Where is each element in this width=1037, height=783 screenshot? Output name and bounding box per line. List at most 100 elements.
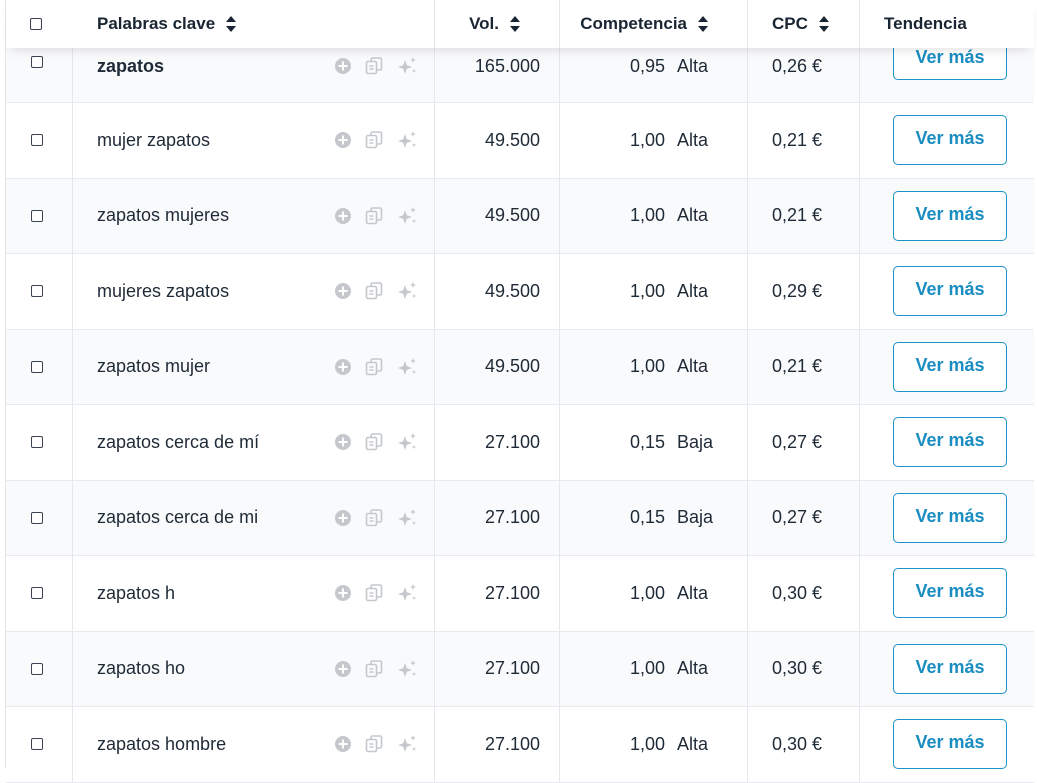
header-trend-label: Tendencia (884, 14, 967, 33)
sort-updown-icon[interactable] (818, 15, 830, 33)
copy-icon[interactable] (364, 357, 384, 377)
copy-icon[interactable] (364, 734, 384, 754)
competition-level: Alta (677, 733, 709, 754)
keyword-text: zapatos ho (97, 658, 186, 679)
keyword-text: zapatos mujeres (97, 205, 230, 226)
row-select-cell (6, 329, 73, 404)
sparkle-icon[interactable] (396, 281, 418, 301)
plus-circle-icon[interactable] (334, 57, 352, 75)
ver-mas-button[interactable]: Ver más (893, 492, 1007, 543)
ver-mas-button[interactable]: Ver más (893, 568, 1007, 619)
copy-icon[interactable] (364, 130, 384, 150)
header-cpc[interactable]: CPC (747, 0, 859, 48)
row-checkbox[interactable] (31, 436, 43, 449)
row-checkbox[interactable] (31, 134, 43, 147)
copy-icon[interactable] (364, 659, 384, 679)
copy-icon[interactable] (364, 432, 384, 452)
table-row: mujer zapatos 49.500 1,00 Alta 0,21 € Ve… (6, 103, 1034, 179)
row-select-cell (6, 103, 73, 178)
plus-circle-icon[interactable] (334, 282, 352, 300)
plus-circle-icon[interactable] (334, 131, 352, 149)
keyword-cell: mujeres zapatos (73, 254, 434, 329)
row-checkbox[interactable] (31, 662, 43, 675)
row-select-cell (6, 254, 73, 329)
row-checkbox[interactable] (31, 209, 43, 222)
header-volume[interactable]: Vol. (434, 0, 559, 48)
trend-cell: Ver más (859, 631, 1034, 706)
competition-value: 0,15 (629, 431, 665, 452)
sparkle-icon[interactable] (396, 56, 418, 76)
keyword-text: zapatos hombre (97, 733, 227, 754)
competition-cell: 1,00 Alta (559, 631, 747, 706)
competition-cell: 0,15 Baja (559, 480, 747, 555)
copy-icon[interactable] (364, 508, 384, 528)
header-competition[interactable]: Competencia (559, 0, 747, 48)
plus-circle-icon[interactable] (334, 207, 352, 225)
header-keywords[interactable]: Palabras clave (73, 0, 434, 48)
copy-icon[interactable] (364, 281, 384, 301)
sparkle-icon[interactable] (396, 206, 418, 226)
competition-level: Alta (677, 356, 709, 377)
row-select-cell (6, 405, 73, 480)
row-select-cell (6, 631, 73, 706)
row-checkbox[interactable] (31, 511, 43, 524)
sort-updown-icon[interactable] (225, 15, 237, 33)
competition-value: 1,00 (629, 582, 665, 603)
row-checkbox[interactable] (31, 56, 43, 68)
plus-circle-icon[interactable] (334, 660, 352, 678)
keyword-cell: zapatos h (73, 556, 434, 631)
plus-circle-icon[interactable] (334, 584, 352, 602)
ver-mas-button[interactable]: Ver más (893, 417, 1007, 468)
sort-updown-icon[interactable] (697, 15, 709, 33)
row-checkbox[interactable] (31, 587, 43, 600)
sparkle-icon[interactable] (396, 432, 418, 452)
ver-mas-button[interactable]: Ver más (893, 190, 1007, 241)
sparkle-icon[interactable] (396, 357, 418, 377)
row-checkbox[interactable] (31, 285, 43, 298)
copy-icon[interactable] (364, 583, 384, 603)
row-select-cell (6, 556, 73, 631)
sparkle-icon[interactable] (396, 583, 418, 603)
sparkle-icon[interactable] (396, 508, 418, 528)
ver-mas-button[interactable]: Ver más (893, 719, 1007, 770)
keyword-cell: zapatos cerca de mí (73, 405, 434, 480)
keyword-actions (334, 357, 418, 377)
plus-circle-icon[interactable] (334, 358, 352, 376)
plus-circle-icon[interactable] (334, 509, 352, 527)
competition-cell: 0,15 Baja (559, 405, 747, 480)
competition-value: 0,15 (629, 507, 665, 528)
cpc-cell: 0,27 € (747, 480, 859, 555)
sparkle-icon[interactable] (396, 130, 418, 150)
ver-mas-button[interactable]: Ver más (893, 266, 1007, 317)
sparkle-icon[interactable] (396, 659, 418, 679)
table-row: zapatos mujeres 49.500 1,00 Alta 0,21 € … (6, 178, 1034, 254)
header-select-cell (6, 0, 73, 48)
sort-updown-icon[interactable] (509, 15, 521, 33)
table-row: zapatos h 27.100 1,00 Alta 0,30 € Ver má… (6, 556, 1034, 632)
competition-level: Baja (677, 431, 714, 452)
ver-mas-button[interactable]: Ver más (893, 643, 1007, 694)
ver-mas-button[interactable]: Ver más (893, 341, 1007, 392)
header-trend: Tendencia (859, 0, 1034, 48)
copy-icon[interactable] (364, 206, 384, 226)
row-select-cell (6, 178, 73, 253)
keyword-actions (334, 281, 418, 301)
row-checkbox[interactable] (31, 738, 43, 751)
competition-cell: 1,00 Alta (559, 254, 747, 329)
competition-level: Baja (677, 507, 714, 528)
plus-circle-icon[interactable] (334, 433, 352, 451)
select-all-checkbox[interactable] (30, 18, 42, 30)
competition-level: Alta (677, 280, 709, 301)
sparkle-icon[interactable] (396, 734, 418, 754)
plus-circle-icon[interactable] (334, 735, 352, 753)
volume-cell: 27.100 (434, 707, 559, 782)
row-checkbox[interactable] (31, 360, 43, 373)
competition-value: 1,00 (629, 205, 665, 226)
table-row: zapatos cerca de mi 27.100 0,15 Baja 0,2… (6, 480, 1034, 556)
ver-mas-button[interactable]: Ver más (893, 115, 1007, 166)
keyword-actions (334, 583, 418, 603)
competition-level: Alta (677, 658, 709, 679)
copy-icon[interactable] (364, 56, 384, 76)
keyword-actions (334, 130, 418, 150)
table-row: zapatos mujer 49.500 1,00 Alta 0,21 € Ve… (6, 329, 1034, 405)
